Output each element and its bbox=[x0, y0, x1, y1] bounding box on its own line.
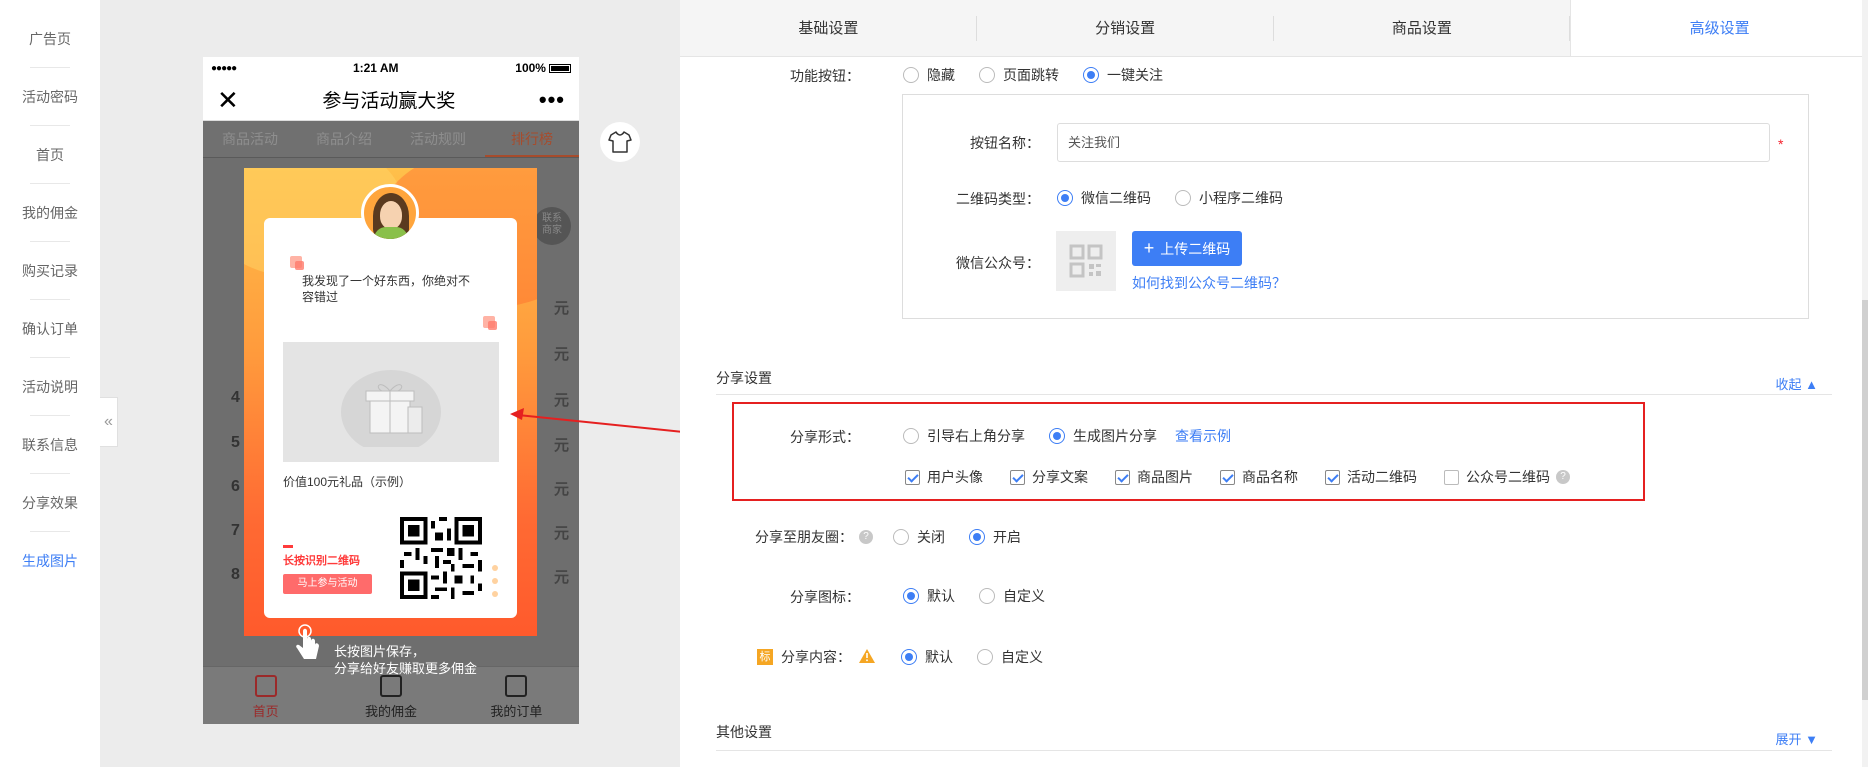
checkbox-activity-qr[interactable]: 活动二维码 bbox=[1325, 467, 1417, 487]
radio-icon-default[interactable]: 默认 bbox=[903, 586, 955, 606]
share-section-collapse[interactable]: 收起 ▲ bbox=[1775, 374, 1818, 393]
checkbox-account-qr[interactable]: 公众号二维码? bbox=[1444, 467, 1570, 487]
share-section-title: 分享设置 bbox=[716, 370, 772, 386]
required-mark: * bbox=[1778, 136, 1784, 152]
tab-distribution-settings[interactable]: 分销设置 bbox=[977, 0, 1274, 56]
checkbox-share-copy[interactable]: 分享文案 bbox=[1010, 467, 1088, 487]
radio-guide-share[interactable]: 引导右上角分享 bbox=[903, 426, 1025, 446]
view-example-link[interactable]: 查看示例 bbox=[1175, 426, 1231, 446]
checkbox-product-image[interactable]: 商品图片 bbox=[1115, 467, 1193, 487]
tag-icon: 标 bbox=[757, 649, 773, 665]
radio-content-default[interactable]: 默认 bbox=[901, 647, 953, 667]
radio-moments-on[interactable]: 开启 bbox=[969, 527, 1021, 547]
wechat-account-label: 微信公众号： bbox=[956, 255, 1040, 271]
checkbox-user-avatar[interactable]: 用户头像 bbox=[905, 467, 983, 487]
other-section-title: 其他设置 bbox=[716, 724, 772, 740]
radio-one-click-follow[interactable]: 一键关注 bbox=[1083, 65, 1163, 85]
radio-page-jump[interactable]: 页面跳转 bbox=[979, 65, 1059, 85]
radio-image-share[interactable]: 生成图片分享 bbox=[1049, 426, 1157, 446]
help-icon[interactable]: ? bbox=[1556, 470, 1570, 484]
scrollbar[interactable] bbox=[1862, 0, 1868, 767]
function-button-label: 功能按钮： bbox=[790, 68, 860, 84]
radio-wechat-qr[interactable]: 微信二维码 bbox=[1057, 188, 1151, 208]
checkbox-product-name[interactable]: 商品名称 bbox=[1220, 467, 1298, 487]
other-section-expand[interactable]: 展开 ▼ bbox=[1775, 729, 1818, 748]
help-icon[interactable]: ? bbox=[859, 530, 873, 544]
tab-basic-settings[interactable]: 基础设置 bbox=[680, 0, 977, 56]
caret-down-icon: ▼ bbox=[1805, 732, 1818, 747]
find-qr-help-link[interactable]: 如何找到公众号二维码？ bbox=[1132, 273, 1286, 293]
share-icon-label: 分享图标： bbox=[790, 589, 860, 605]
button-name-input[interactable]: 关注我们 bbox=[1057, 123, 1770, 162]
caret-up-icon: ▲ bbox=[1805, 377, 1818, 392]
qr-type-label: 二维码类型： bbox=[956, 191, 1040, 207]
tab-product-settings[interactable]: 商品设置 bbox=[1274, 0, 1571, 56]
qr-placeholder-icon bbox=[1056, 231, 1116, 291]
radio-content-custom[interactable]: 自定义 bbox=[977, 647, 1043, 667]
share-moments-label: 分享至朋友圈： bbox=[755, 529, 853, 545]
share-form-label: 分享形式： bbox=[790, 429, 860, 445]
radio-miniprogram-qr[interactable]: 小程序二维码 bbox=[1175, 188, 1283, 208]
button-name-label: 按钮名称： bbox=[970, 135, 1040, 151]
tab-advanced-settings[interactable]: 高级设置 bbox=[1570, 0, 1868, 56]
radio-moments-off[interactable]: 关闭 bbox=[893, 527, 945, 547]
share-content-label: 分享内容： bbox=[781, 649, 851, 665]
upload-qr-button[interactable]: + 上传二维码 bbox=[1132, 231, 1242, 266]
plus-icon: + bbox=[1143, 238, 1155, 258]
radio-icon-custom[interactable]: 自定义 bbox=[979, 586, 1045, 606]
warning-icon[interactable] bbox=[859, 648, 875, 666]
radio-hide[interactable]: 隐藏 bbox=[903, 65, 955, 85]
settings-panel: 基础设置 分销设置 商品设置 高级设置 功能按钮： 隐藏 页面跳转 一键关注 按… bbox=[680, 0, 1868, 767]
settings-tabs: 基础设置 分销设置 商品设置 高级设置 bbox=[680, 0, 1868, 57]
